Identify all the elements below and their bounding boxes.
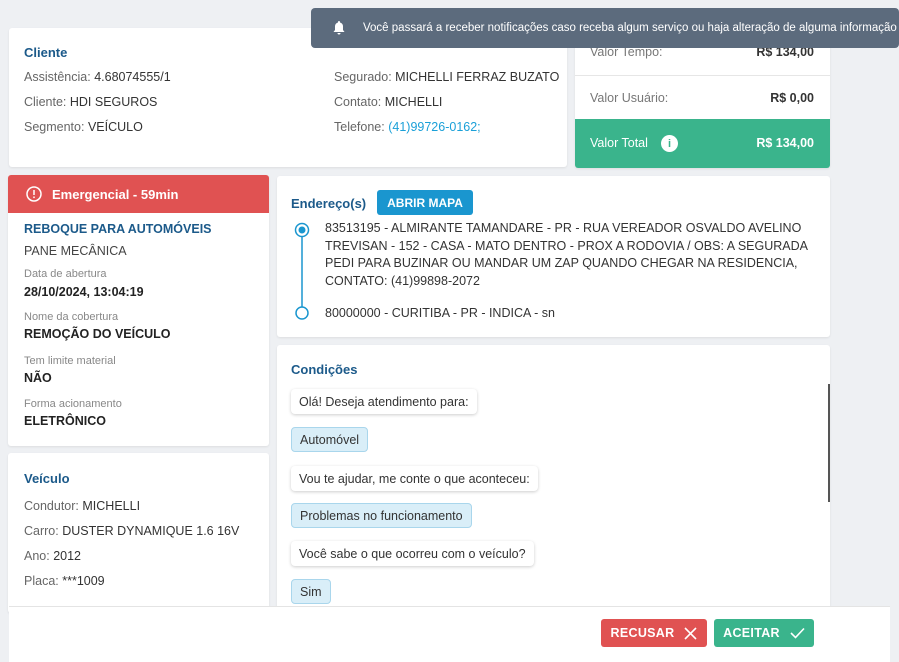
service-problem: PANE MECÂNICA — [24, 244, 127, 258]
telefone-row: Telefone: (41)99726-0162; — [334, 120, 481, 134]
limite-value: NÃO — [24, 371, 52, 385]
cliente-row: Cliente: HDI SEGUROS — [24, 95, 158, 109]
condutor-row: Condutor: MICHELLI — [24, 499, 141, 513]
condutor-value: MICHELLI — [82, 499, 141, 513]
info-icon[interactable]: i — [661, 135, 678, 152]
assistencia-row: Assistência: 4.68074555/1 — [24, 70, 171, 84]
valor-total-label: Valor Total — [590, 136, 648, 150]
abertura-value: 28/10/2024, 13:04:19 — [24, 285, 144, 299]
forma-label: Forma acionamento — [24, 398, 122, 410]
accept-button[interactable]: ACEITAR — [714, 619, 814, 647]
service-type: REBOQUE PARA AUTOMÓVEIS — [24, 222, 212, 236]
placa-value: ***1009 — [62, 574, 105, 588]
valor-usuario-value: R$ 0,00 — [770, 91, 814, 105]
chat-scrollbar[interactable] — [828, 384, 830, 502]
client-card: Cliente Assistência: 4.68074555/1 Client… — [9, 28, 567, 167]
carro-value: DUSTER DYNAMIQUE 1.6 16V — [62, 524, 240, 538]
segurado-value: MICHELLI FERRAZ BUZATO — [395, 70, 560, 84]
segmento-row: Segmento: VEÍCULO — [24, 120, 143, 134]
chat-message-bot: Vou te ajudar, me conte o que aconteceu: — [291, 466, 538, 491]
bell-icon — [333, 21, 345, 35]
notification-text: Você passará a receber notificações caso… — [363, 22, 897, 34]
chat-message-user: Sim — [291, 579, 331, 604]
chat-message-user: Automóvel — [291, 427, 369, 452]
conditions-card: Condições Olá! Deseja atendimento para: … — [277, 345, 830, 613]
check-icon — [790, 627, 805, 639]
refuse-label: RECUSAR — [610, 626, 675, 640]
close-icon — [684, 626, 698, 640]
vehicle-title: Veículo — [24, 471, 70, 486]
emergency-title: Emergencial - 59min — [52, 186, 179, 202]
limite-label: Tem limite material — [24, 355, 116, 367]
ano-row: Ano: 2012 — [24, 549, 82, 563]
divider — [575, 75, 830, 76]
cobertura-value: REMOÇÃO DO VEÍCULO — [24, 327, 171, 341]
accept-label: ACEITAR — [723, 626, 780, 640]
telefone-link[interactable]: (41)99726-0162; — [388, 120, 480, 134]
destination-address: 80000000 - CURITIBA - PR - INDICA - sn — [325, 306, 555, 320]
emergency-header: Emergencial - 59min — [8, 175, 269, 213]
vehicle-card: Veículo Condutor: MICHELLI Carro: DUSTER… — [8, 453, 269, 613]
chat-message-user: Problemas no funcionamento — [291, 503, 472, 528]
client-title: Cliente — [24, 45, 68, 60]
contato-row: Contato: MICHELLI — [334, 95, 443, 109]
chat-message-bot: Você sabe o que ocorreu com o veículo? — [291, 541, 534, 566]
assistencia-value: 4.68074555/1 — [94, 70, 171, 84]
notification-toast: Você passará a receber notificações caso… — [311, 8, 899, 48]
chat-message-bot: Olá! Deseja atendimento para: — [291, 389, 477, 414]
segmento-value: VEÍCULO — [87, 120, 143, 134]
cliente-value: HDI SEGUROS — [69, 95, 158, 109]
refuse-button[interactable]: RECUSAR — [601, 619, 707, 647]
contato-value: MICHELLI — [384, 95, 443, 109]
open-map-button[interactable]: ABRIR MAPA — [377, 190, 473, 215]
cobertura-label: Nome da cobertura — [24, 311, 119, 323]
route-line — [294, 222, 310, 320]
alert-circle-icon — [26, 186, 42, 202]
carro-row: Carro: DUSTER DYNAMIQUE 1.6 16V — [24, 524, 240, 538]
conditions-title: Condições — [291, 362, 358, 377]
origin-address: 83513195 - ALMIRANTE TAMANDARE - PR - RU… — [325, 221, 808, 288]
forma-value: ELETRÔNICO — [24, 414, 106, 428]
valor-total-bar: Valor Total i R$ 134,00 — [575, 119, 830, 168]
address-title: Endereço(s) — [291, 196, 367, 211]
placa-row: Placa: ***1009 — [24, 574, 105, 588]
segurado-row: Segurado: MICHELLI FERRAZ BUZATO — [334, 70, 560, 84]
valor-total-value: R$ 134,00 — [756, 136, 814, 150]
abertura-label: Data de abertura — [24, 268, 107, 280]
valor-usuario-label: Valor Usuário: — [590, 91, 669, 105]
ano-value: 2012 — [53, 549, 82, 563]
